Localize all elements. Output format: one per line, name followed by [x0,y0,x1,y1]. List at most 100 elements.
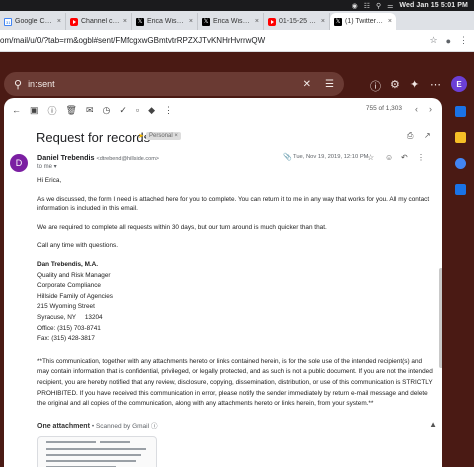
calendar-icon[interactable] [455,106,466,117]
move-to-icon[interactable]: ▫ [136,105,139,115]
body-paragraph: Call any time with questions. [37,242,118,250]
signature-line: Hillside Family of Agencies [37,292,114,300]
url-text[interactable]: om/mail/u/0/?tab=rm&ogbl#sent/FMfcgxwGBm… [0,36,421,45]
help-icon[interactable]: ⓘ [370,78,381,94]
search-icon[interactable]: ⚲ [14,78,22,91]
youtube-icon [70,17,78,26]
add-to-drive-icon[interactable]: ▲ [429,420,437,429]
x-logo-icon: 𝕏 [334,17,342,26]
thumbnail-text-line [46,460,136,462]
close-icon[interactable]: × [123,18,127,25]
search-input[interactable]: in:sent [28,79,303,89]
delete-icon[interactable]: 🗑 [66,105,77,116]
apps-grid-icon[interactable]: ⋯ [430,78,441,91]
signature-name: Dan Trebendis, M.A. [37,260,99,268]
gmail-header: ⚲ in:sent ✕ ☰ ⓘ ⚙ ✦ ⋯ E [0,52,474,98]
paperclip-icon: 📎 [283,154,292,161]
browser-tab[interactable]: 𝕏 Erica Wissick × [198,13,264,30]
body-paragraph: As we discussed, the form I need is atta… [37,195,430,213]
close-icon[interactable]: × [57,18,61,25]
message-scrollbar[interactable] [439,268,442,368]
control-icon[interactable]: ◉ [352,2,358,10]
newer-chevron-icon[interactable]: ‹ [415,104,418,114]
attachment-thumbnail[interactable] [37,436,157,467]
contacts-icon[interactable] [455,184,466,195]
browser-menu-icon[interactable]: ⋮ [459,35,468,46]
close-icon[interactable]: × [388,18,392,25]
google-calendar-icon [4,17,12,26]
email-signature: Dan Trebendis, M.A. Quality and Risk Man… [37,260,435,345]
label-icon[interactable]: ◆ [148,105,155,116]
search-bar[interactable]: ⚲ in:sent ✕ ☰ [4,72,344,96]
confidentiality-notice: **This communication, together with any … [37,357,433,408]
system-menubar: ◉ ☷ ⚲ ⚌ Wed Jan 15 5:01 PM [0,0,474,11]
back-arrow-icon[interactable]: ← [12,105,21,115]
archive-icon[interactable]: ▣ [30,105,39,116]
message-counter: 755 of 1,303 [365,105,402,112]
importance-marker-icon[interactable]: ➤ [138,132,144,140]
browser-tab-active[interactable]: 𝕏 (1) Twitter on × [330,13,396,30]
scanned-by-gmail: • Scanned by Gmail [91,423,150,430]
signature-line: Corporate Compliance [37,282,101,290]
clear-search-icon[interactable]: ✕ [303,79,311,90]
gemini-sparkle-icon[interactable]: ✦ [410,78,419,91]
youtube-icon [268,17,276,26]
message-datetime: Tue, Nov 19, 2019, 12:10 PM [293,154,369,160]
emoji-react-icon[interactable]: ☺ [385,153,393,162]
add-task-icon[interactable]: ✓ [119,105,127,116]
signature-line: Fax: (315) 428-3817 [37,335,95,343]
sender-email: <dtrebend@hillside.com> [96,156,159,162]
browser-tab[interactable]: Channel cont × [66,13,132,30]
browser-tab-strip: Google Calen × Channel cont × 𝕏 Erica Wi… [0,11,474,30]
bookmark-star-icon[interactable]: ☆ [429,35,437,46]
snooze-icon[interactable]: ◷ [103,105,111,116]
close-icon[interactable]: × [189,18,193,25]
more-options-icon[interactable]: ⋮ [164,105,173,116]
search-options-icon[interactable]: ☰ [325,79,334,90]
greeting: Hi Erica, [37,177,62,184]
signature-line: Quality and Risk Manager [37,271,111,279]
signature-line: Office: (315) 703-8741 [37,324,101,332]
close-icon[interactable]: × [255,18,259,25]
wifi-icon[interactable]: ☷ [364,2,370,10]
older-chevron-icon[interactable]: › [429,104,432,114]
print-icon[interactable]: ⎙ [407,131,413,141]
tasks-icon[interactable] [455,158,466,169]
account-avatar[interactable]: E [451,76,467,92]
browser-tab[interactable]: 𝕏 Erica Wissick × [132,13,198,30]
label-chip-personal[interactable]: Personal × [146,132,181,140]
settings-gear-icon[interactable]: ⚙ [390,78,400,91]
profile-icon[interactable]: ● [446,36,451,46]
control-center-icon[interactable]: ⚌ [387,2,393,10]
message-toolbar: ← ▣ ⓘ 🗑 ✉ ◷ ✓ ▫ ◆ ⋮ 755 of 1,303 ‹ › [4,98,442,122]
more-options-icon[interactable]: ⋮ [417,153,425,162]
info-icon[interactable]: ⓘ [151,423,158,430]
signature-line: Syracuse, NY 13204 [37,313,103,321]
mark-unread-icon[interactable]: ✉ [86,105,94,116]
x-logo-icon: 𝕏 [136,17,144,26]
sender-name[interactable]: Daniel Trebendis [37,153,95,162]
message-body: Hi Erica, As we discussed, the form I ne… [37,176,435,410]
open-new-window-icon[interactable]: ↗ [424,131,431,140]
thumbnail-text-line [46,454,141,456]
keep-icon[interactable] [455,132,466,143]
body-paragraph: We are required to complete all requests… [37,223,327,231]
browser-tab[interactable]: Google Calen × [0,13,66,30]
attachments-header: One attachment • Scanned by Gmail ⓘ ▲ [37,420,437,432]
message-view: ← ▣ ⓘ 🗑 ✉ ◷ ✓ ▫ ◆ ⋮ 755 of 1,303 ‹ › Req… [4,98,442,467]
menubar-clock[interactable]: Wed Jan 15 5:01 PM [399,2,468,9]
signature-line: 215 Wyoming Street [37,303,95,311]
reply-icon[interactable]: ↶ [401,153,408,162]
star-icon[interactable]: ☆ [367,153,374,162]
thumbnail-text-line [46,441,96,443]
sender-avatar[interactable]: D [10,154,28,172]
message-subject: Request for records [36,130,151,145]
search-icon[interactable]: ⚲ [376,2,381,10]
side-panel [448,98,474,467]
sender-line: Daniel Trebendis <dtrebend@hillside.com> [37,153,159,162]
browser-tab[interactable]: 01-15-25 - Yo × [264,13,330,30]
close-icon[interactable]: × [321,18,325,25]
report-spam-icon[interactable]: ⓘ [48,104,57,117]
recipient-details[interactable]: to me ▾ [37,163,57,170]
address-bar[interactable]: om/mail/u/0/?tab=rm&ogbl#sent/FMfcgxwGBm… [0,30,474,52]
